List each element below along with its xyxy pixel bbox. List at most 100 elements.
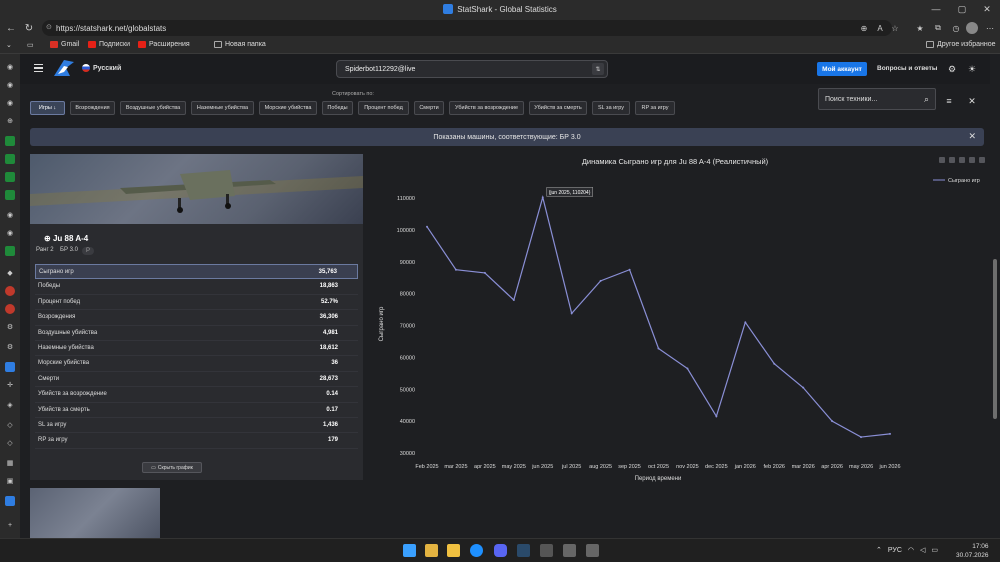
start-icon[interactable]	[403, 544, 416, 557]
maximize-icon[interactable]: ▢	[950, 0, 974, 18]
close-icon[interactable]: ✕	[975, 0, 999, 18]
favorites-icon[interactable]: ★	[914, 22, 926, 34]
sort-air-kills-button[interactable]: Воздушные убийства	[120, 101, 186, 115]
github-icon[interactable]: ◉	[5, 228, 15, 238]
faq-link[interactable]: Вопросы и ответы	[877, 65, 937, 72]
github-icon[interactable]: ◉	[5, 210, 15, 220]
sort-sl-per-game-button[interactable]: SL за игру	[592, 101, 630, 115]
stat-row[interactable]: Победы 18,863	[35, 279, 358, 295]
settings-gear-icon[interactable]: ⚙	[947, 64, 957, 74]
vehicle-search-input[interactable]: Поиск техники... ⌕	[818, 88, 936, 110]
more-menu-icon[interactable]: ⋯	[984, 22, 996, 34]
sort-win-rate-button[interactable]: Процент побед	[358, 101, 409, 115]
steam-icon[interactable]	[517, 544, 530, 557]
game-icon[interactable]	[586, 544, 599, 557]
chevron-up-icon[interactable]: ⌃	[876, 546, 882, 554]
address-bar[interactable]: ⊙ https://statshark.net/globalstats	[42, 20, 892, 36]
input-language[interactable]: РУС	[888, 547, 902, 554]
favorite-star-icon[interactable]: ☆	[889, 22, 901, 34]
bookmark-subscriptions[interactable]: Подписки	[88, 41, 130, 48]
sort-naval-kills-button[interactable]: Морские убийства	[259, 101, 317, 115]
sort-wins-button[interactable]: Победы	[322, 101, 353, 115]
sort-games-button[interactable]: Игры ↓	[30, 101, 65, 115]
page-scrollbar[interactable]	[990, 54, 1000, 538]
clock[interactable]: 17:06 30.07.2026	[956, 542, 989, 560]
gear-icon[interactable]: ⚙	[5, 342, 15, 352]
sheet-icon[interactable]	[5, 172, 15, 182]
game-icon[interactable]: ◈	[5, 400, 15, 410]
arrows-icon[interactable]: ✛	[5, 380, 15, 390]
edge-icon[interactable]	[470, 544, 483, 557]
player-search-input[interactable]: Spiderbot112292@live ⇅	[336, 60, 608, 78]
sort-kills-per-spawn-button[interactable]: Убийств за возрождение	[449, 101, 524, 115]
zoom-icon[interactable]: ⊕	[858, 22, 870, 34]
search-options-icon[interactable]: ⇅	[592, 63, 604, 75]
sort-respawns-button[interactable]: Возрождения	[70, 101, 115, 115]
sheet-icon[interactable]	[5, 246, 15, 256]
volume-icon[interactable]: ◁	[920, 546, 925, 554]
stat-row[interactable]: Процент побед 52.7%	[35, 295, 358, 311]
sort-ground-kills-button[interactable]: Наземные убийства	[191, 101, 254, 115]
bookmark-extensions[interactable]: Расширения	[138, 41, 190, 48]
grid-icon[interactable]: ▦	[5, 458, 15, 468]
stat-row[interactable]: Наземные убийства 18,612	[35, 341, 358, 357]
sheet-icon[interactable]	[5, 190, 15, 200]
filter-icon[interactable]: ≡	[944, 96, 954, 106]
my-account-button[interactable]: Мой аккаунт	[817, 62, 867, 76]
close-banner-icon[interactable]: ✕	[968, 131, 976, 142]
statshark-tab-icon[interactable]	[5, 362, 15, 372]
reset-icon[interactable]	[969, 157, 975, 163]
record-icon[interactable]	[5, 304, 15, 314]
stat-row[interactable]: Убийств за возрождение 0.14	[35, 387, 358, 403]
hamburger-menu-icon[interactable]	[34, 64, 43, 72]
battery-icon[interactable]: ▭	[931, 546, 938, 554]
theme-sun-icon[interactable]: ☀	[967, 64, 977, 74]
autoscale-icon[interactable]	[979, 157, 985, 163]
sheet-icon[interactable]	[5, 154, 15, 164]
sort-deaths-button[interactable]: Смерти	[414, 101, 444, 115]
bookmark-gmail[interactable]: Gmail	[50, 41, 79, 48]
sort-rp-per-game-button[interactable]: RP за игру	[635, 101, 675, 115]
stat-row[interactable]: Смерти 28,673	[35, 372, 358, 388]
stat-row[interactable]: Сыграно игр 35,763	[35, 264, 358, 280]
back-icon[interactable]: ←	[4, 21, 18, 35]
stat-row[interactable]: Морские убийства 36	[35, 356, 358, 372]
language-selector[interactable]: Русский	[82, 64, 121, 72]
store-icon[interactable]	[425, 544, 438, 557]
game-icon[interactable]	[563, 544, 576, 557]
stat-row[interactable]: Воздушные убийства 4,981	[35, 326, 358, 341]
bookmark-other[interactable]: Другое избранное	[926, 41, 996, 48]
history-icon[interactable]: ◷	[950, 22, 962, 34]
site-info-icon[interactable]: ⊙	[46, 23, 52, 31]
tab-actions-icon[interactable]: ▭	[27, 41, 34, 49]
hide-chart-button[interactable]: ▭ Скрыть график	[142, 462, 202, 473]
camera-icon[interactable]	[939, 157, 945, 163]
diamond-icon[interactable]: ◇	[5, 438, 15, 448]
record-icon[interactable]	[5, 286, 15, 296]
zoom-box-icon[interactable]	[959, 157, 965, 163]
extensions-icon[interactable]: ⧉	[932, 22, 944, 34]
sort-kills-per-death-button[interactable]: Убийств за смерть	[529, 101, 587, 115]
gear-icon[interactable]: ⚙	[5, 322, 15, 332]
github-icon[interactable]: ◉	[5, 62, 15, 72]
stat-row[interactable]: Возрождения 36,306	[35, 310, 358, 326]
search-icon[interactable]: ⌕	[924, 94, 929, 105]
scrollbar-thumb[interactable]	[993, 259, 997, 419]
globe-icon[interactable]: ⊕	[5, 116, 15, 126]
profile-avatar[interactable]	[966, 22, 978, 34]
stat-row[interactable]: SL за игру 1,436	[35, 418, 358, 434]
bookmark-new-folder[interactable]: Новая папка	[214, 41, 266, 48]
diamond-icon[interactable]: ◇	[5, 420, 15, 430]
refresh-icon[interactable]: ↻	[22, 21, 36, 35]
github-icon[interactable]: ◉	[5, 80, 15, 90]
add-tab-icon[interactable]: +	[5, 520, 15, 530]
read-aloud-icon[interactable]: A	[874, 22, 886, 34]
game-icon[interactable]	[540, 544, 553, 557]
discord-icon[interactable]	[494, 544, 507, 557]
statshark-logo[interactable]	[52, 58, 76, 80]
minimize-icon[interactable]: —	[924, 0, 948, 18]
github-icon[interactable]: ◉	[5, 98, 15, 108]
stat-row[interactable]: RP за игру 179	[35, 433, 358, 449]
app-icon[interactable]	[5, 496, 15, 506]
diamond-icon[interactable]: ◆	[5, 268, 15, 278]
